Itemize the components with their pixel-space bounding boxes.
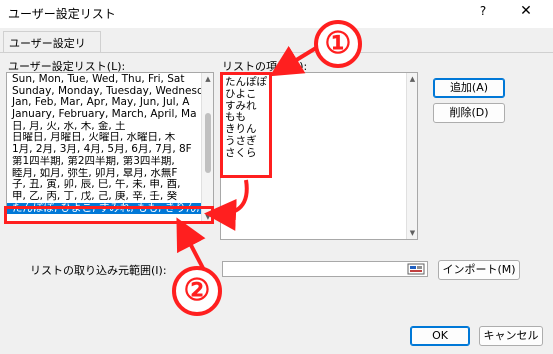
import-button[interactable]: インポート(M) (438, 260, 520, 280)
scroll-down-icon[interactable]: ▼ (407, 227, 417, 239)
window-title: ユーザー設定リスト (8, 7, 116, 21)
tab-custom-lists[interactable]: ユーザー設定リスト (3, 31, 101, 66)
custom-list-item[interactable]: Jan, Feb, Mar, Apr, May, Jun, Jul, A (7, 97, 201, 109)
range-picker-icon[interactable] (406, 263, 426, 275)
custom-list-item[interactable]: 子, 丑, 寅, 卯, 辰, 巳, 午, 未, 申, 酉, (7, 179, 201, 191)
tab-strip: ユーザー設定リスト (0, 28, 553, 66)
help-button[interactable]: ? (472, 4, 494, 24)
scroll-up-icon[interactable]: ▲ (202, 73, 213, 85)
title-bar: ユーザー設定リスト ? ✕ (0, 0, 553, 28)
entries-highlight-box (220, 72, 272, 178)
selection-highlight-box (4, 206, 214, 224)
import-range-field[interactable] (222, 261, 428, 277)
close-button[interactable]: ✕ (514, 3, 538, 23)
custom-lists-scrollbar[interactable]: ▲ ▼ (201, 73, 213, 223)
custom-list-item[interactable]: Sun, Mon, Tue, Wed, Thu, Fri, Sat (7, 74, 201, 86)
custom-list-item[interactable]: 1月, 2月, 3月, 4月, 5月, 6月, 7月, 8F (7, 144, 201, 156)
custom-list-item[interactable]: Sunday, Monday, Tuesday, Wednesd (7, 86, 201, 98)
delete-button[interactable]: 削除(D) (433, 103, 505, 123)
callout-two: ② (172, 266, 222, 316)
custom-list-item[interactable]: January, February, March, April, Ma (7, 109, 201, 121)
scroll-thumb[interactable] (205, 113, 211, 173)
scroll-up-icon[interactable]: ▲ (407, 73, 417, 85)
custom-lists-listbox[interactable]: Sun, Mon, Tue, Wed, Thu, Fri, Sat Sunday,… (6, 72, 214, 224)
add-button[interactable]: 追加(A) (433, 78, 505, 98)
import-range-label: リストの取り込み元範囲(I): (30, 264, 167, 277)
callout-one: ① (314, 20, 362, 68)
custom-list-item[interactable]: 第1四半期, 第2四半期, 第3四半期, (7, 156, 201, 168)
cancel-button[interactable]: キャンセル (479, 326, 543, 346)
custom-lists-rows: Sun, Mon, Tue, Wed, Thu, Fri, Sat Sunday,… (7, 74, 201, 215)
custom-list-item[interactable]: 日, 月, 火, 水, 木, 金, 土 (7, 121, 201, 133)
custom-list-item[interactable]: 甲, 乙, 丙, 丁, 戊, 己, 庚, 辛, 壬, 癸 (7, 191, 201, 203)
list-entries-scrollbar[interactable]: ▲ ▼ (406, 73, 417, 239)
ok-button[interactable]: OK (410, 326, 470, 346)
custom-list-item[interactable]: 睦月, 如月, 弥生, 卯月, 皐月, 水無F (7, 168, 201, 180)
custom-list-item[interactable]: 日曜日, 月曜日, 火曜日, 水曜日, 木 (7, 132, 201, 144)
